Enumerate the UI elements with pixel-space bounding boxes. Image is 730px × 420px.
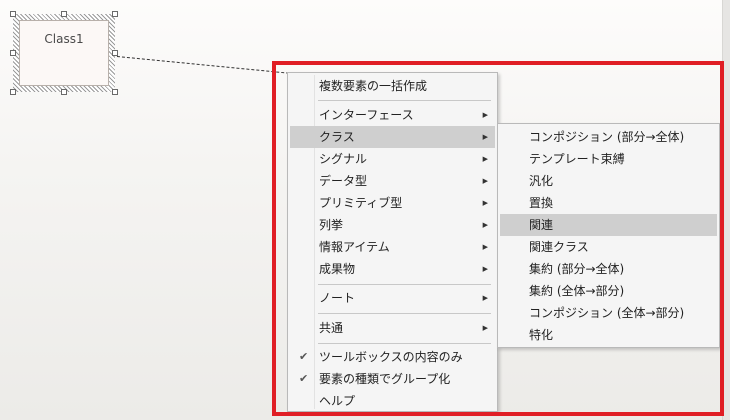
class-element[interactable]: Class1 (13, 14, 115, 92)
annotation-highlight-frame (272, 61, 724, 416)
resize-handle-n[interactable] (61, 11, 67, 17)
resize-handle-se[interactable] (112, 89, 118, 95)
class-name-label: Class1 (44, 32, 84, 46)
resize-handle-ne[interactable] (112, 11, 118, 17)
resize-handle-sw[interactable] (10, 89, 16, 95)
resize-handle-e[interactable] (112, 50, 118, 56)
resize-handle-nw[interactable] (10, 11, 16, 17)
resize-handle-s[interactable] (61, 89, 67, 95)
resize-handle-w[interactable] (10, 50, 16, 56)
class-body[interactable]: Class1 (19, 20, 109, 86)
